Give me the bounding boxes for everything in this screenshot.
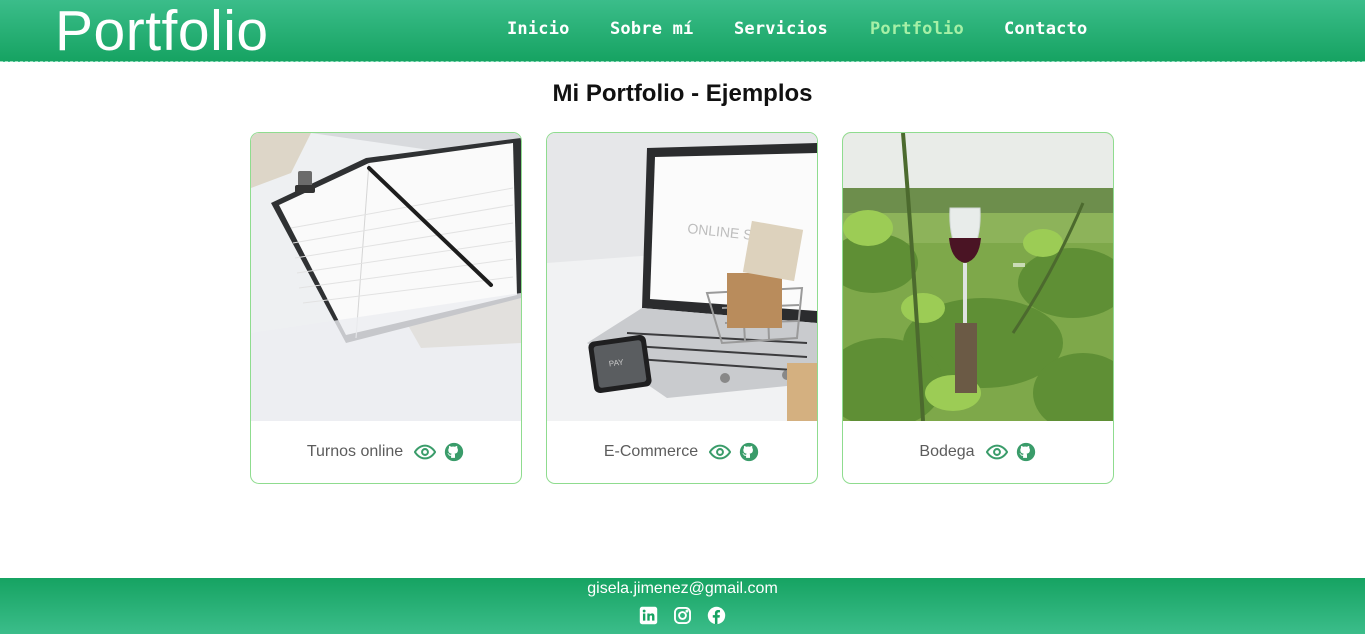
site-header: Portfolio Inicio Sobre mí Servicios Port… xyxy=(0,0,1365,63)
facebook-icon[interactable] xyxy=(707,606,726,625)
github-icon[interactable] xyxy=(443,441,465,463)
eye-icon[interactable] xyxy=(709,441,732,463)
nav-link-inicio[interactable]: Inicio xyxy=(507,19,570,39)
laptop-shopping-cart-photo: ONLINE S PAY xyxy=(547,133,817,421)
eye-icon[interactable] xyxy=(985,441,1008,463)
card-caption: Turnos online xyxy=(251,421,521,483)
linkedin-icon[interactable] xyxy=(639,606,658,625)
nav-link-servicios[interactable]: Servicios xyxy=(734,19,828,39)
portfolio-card-turnos: Turnos online xyxy=(250,132,522,484)
nav-link-portfolio[interactable]: Portfolio xyxy=(870,19,964,39)
card-title: Bodega xyxy=(919,443,975,460)
card-caption: E-Commerce xyxy=(547,421,817,483)
page-title: Mi Portfolio - Ejemplos xyxy=(552,80,813,107)
nav-link-contacto[interactable]: Contacto xyxy=(1004,19,1087,39)
main-nav: Inicio Sobre mí Servicios Portfolio Cont… xyxy=(0,0,1365,62)
site-footer: gisela.jimenez@gmail.com xyxy=(0,578,1365,634)
github-icon[interactable] xyxy=(738,441,760,463)
social-links xyxy=(0,606,1365,625)
wine-glass-vineyard-photo xyxy=(843,133,1113,421)
card-title: E-Commerce xyxy=(603,443,699,460)
card-title: Turnos online xyxy=(306,443,404,460)
nav-link-sobre-mi[interactable]: Sobre mí xyxy=(610,19,693,39)
portfolio-card-ecommerce: ONLINE S PAY E-Commerce xyxy=(546,132,818,484)
eye-icon[interactable] xyxy=(414,441,437,463)
portfolio-card-bodega: Bodega xyxy=(842,132,1114,484)
notebook-pencil-photo xyxy=(251,133,521,421)
contact-email[interactable]: gisela.jimenez@gmail.com xyxy=(0,580,1365,598)
github-icon[interactable] xyxy=(1015,441,1037,463)
card-caption: Bodega xyxy=(843,421,1113,483)
instagram-icon[interactable] xyxy=(673,606,692,625)
